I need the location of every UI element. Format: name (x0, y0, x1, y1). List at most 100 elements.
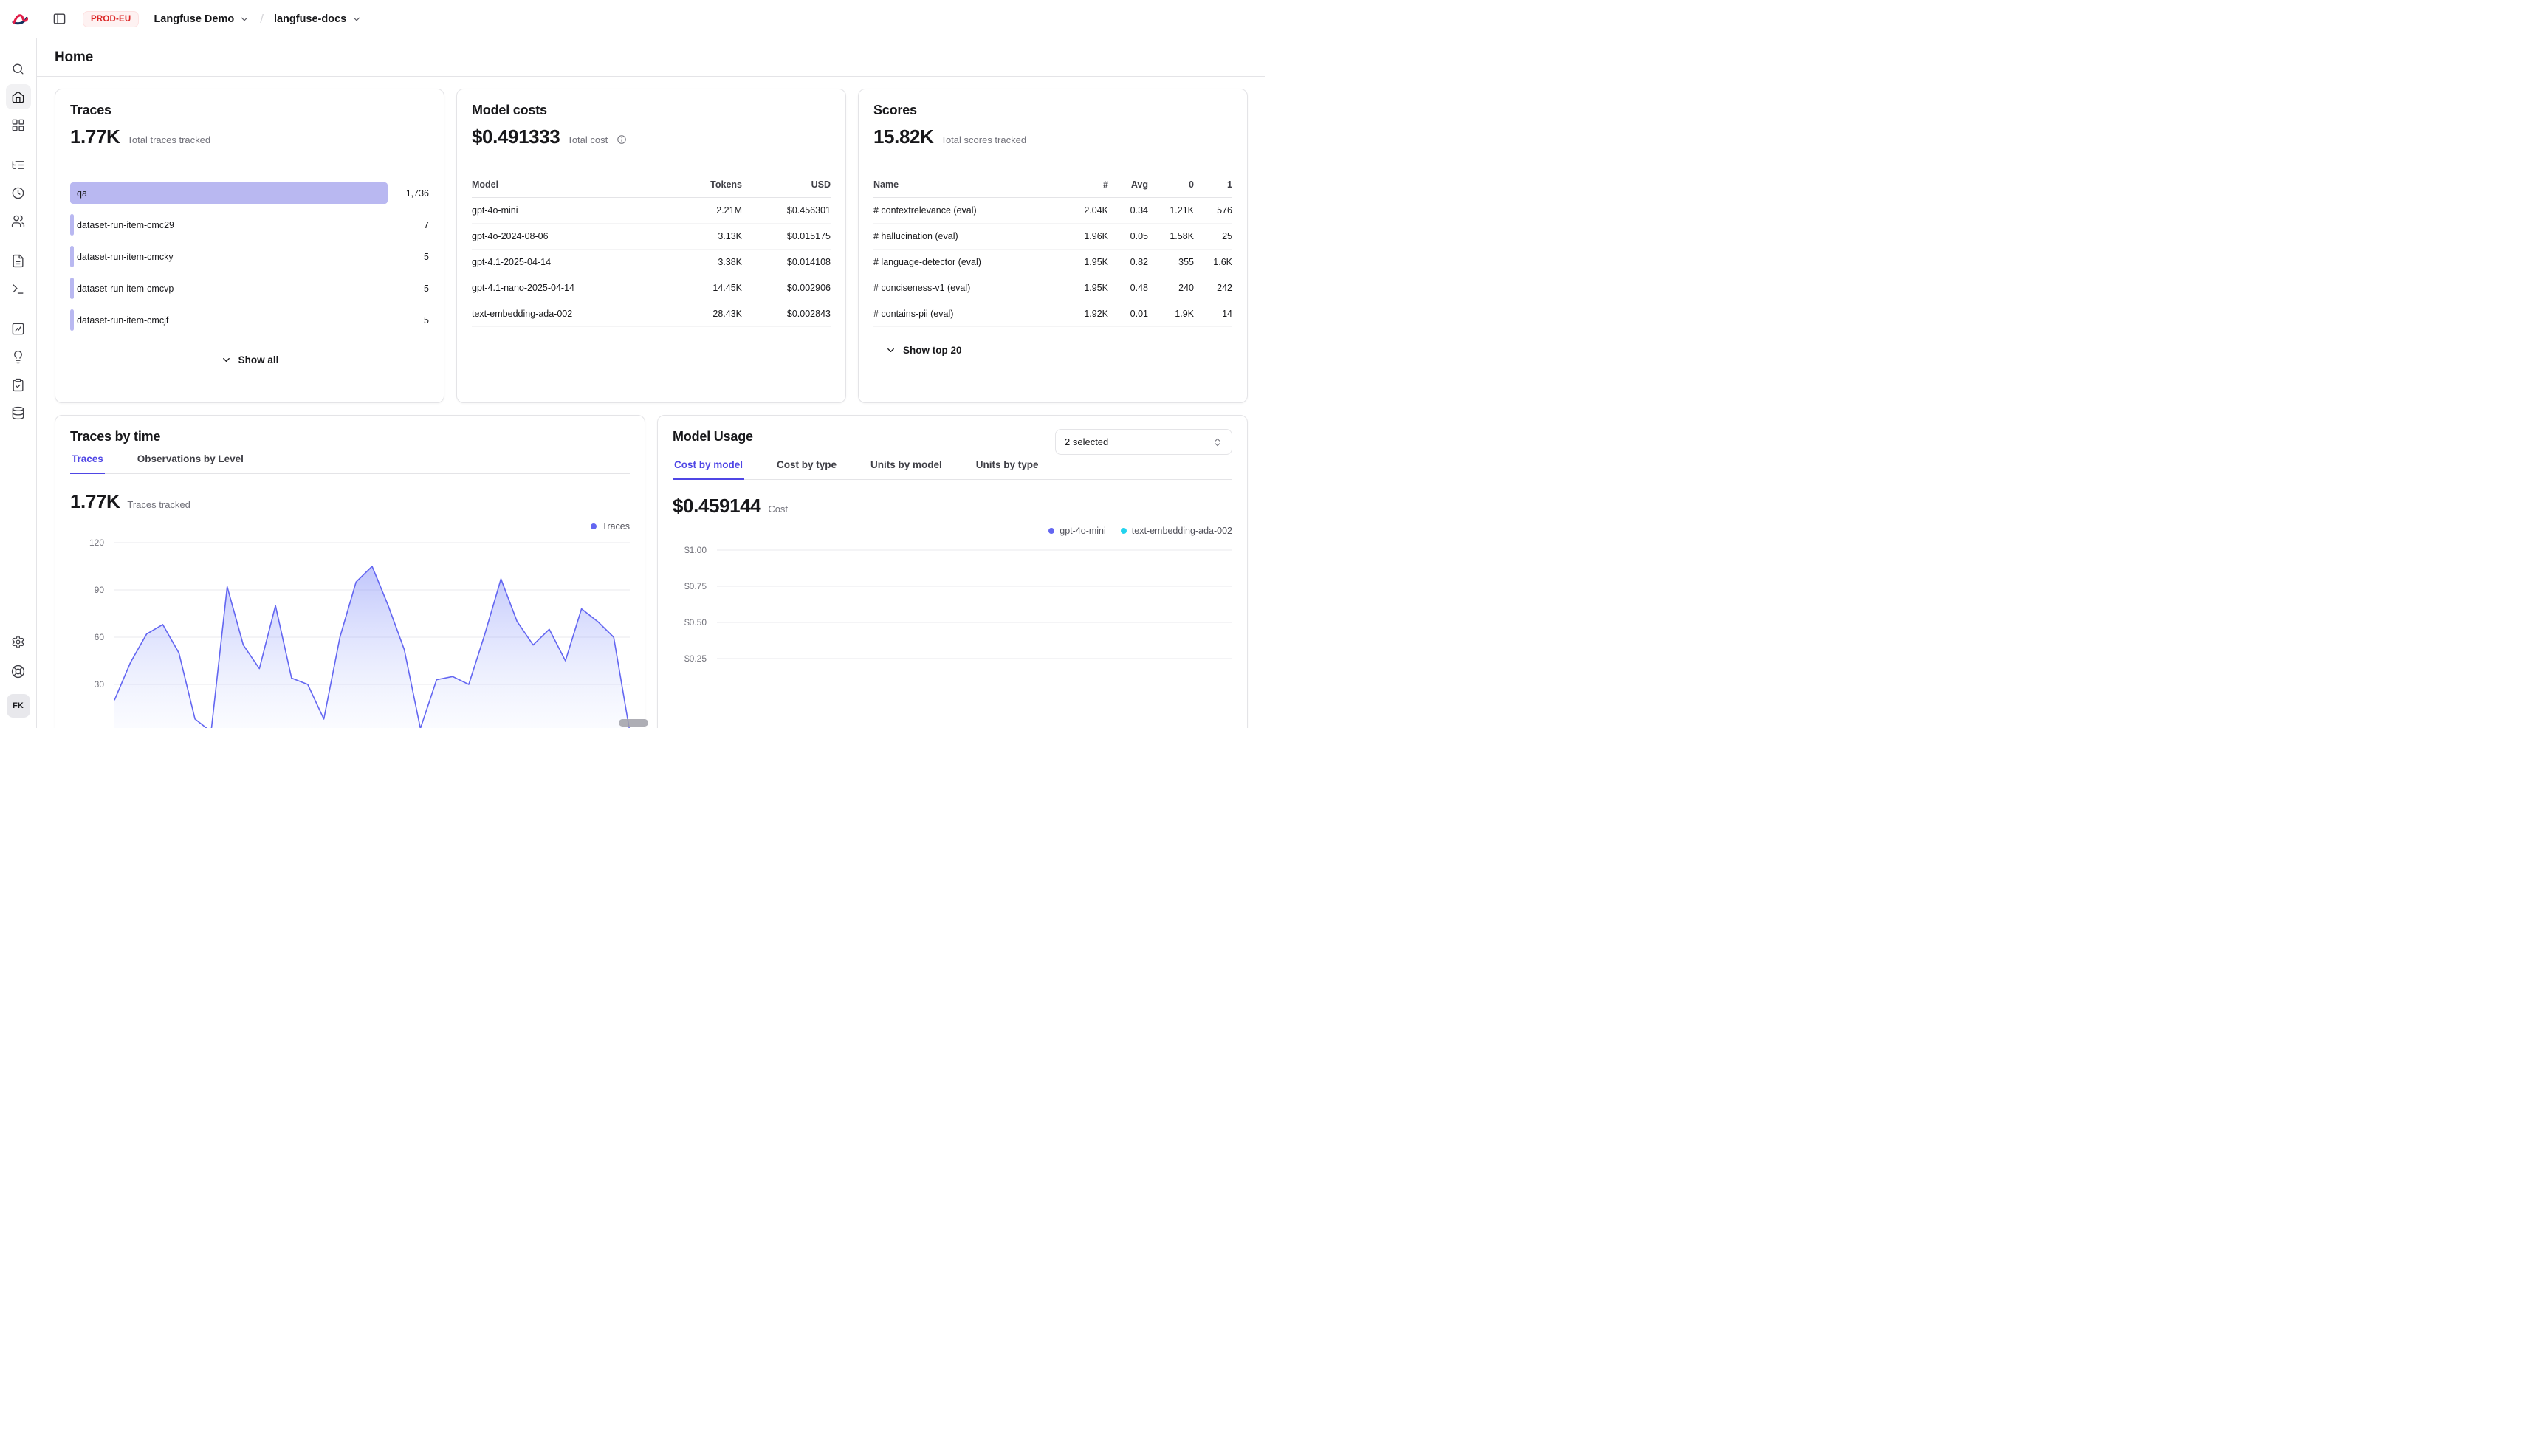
svg-text:30: 30 (95, 679, 105, 690)
langfuse-logo-icon (12, 13, 28, 25)
legend-dot-cyan (1121, 528, 1127, 534)
model-costs-card-title: Model costs (472, 103, 831, 118)
svg-text:90: 90 (95, 585, 105, 595)
chevron-down-icon (351, 14, 362, 24)
horizontal-scrollbar-thumb[interactable] (619, 719, 648, 727)
sidebar-item-scores[interactable] (6, 316, 31, 341)
trace-bar-row[interactable]: qa1,736 (70, 182, 429, 204)
svg-text:120: 120 (89, 538, 104, 548)
cell-count: 1.96K (1061, 231, 1108, 241)
langfuse-logo[interactable] (12, 13, 28, 25)
sidebar-item-home[interactable] (6, 84, 31, 109)
tab-units-by-type[interactable]: Units by type (975, 459, 1040, 480)
sidebar-nav (6, 56, 31, 425)
info-icon[interactable] (617, 134, 627, 145)
trace-bar: dataset-run-item-cmc29 (70, 214, 388, 236)
chevron-down-icon (885, 345, 896, 356)
table-row: # contextrelevance (eval)2.04K0.341.21K5… (873, 198, 1232, 224)
cell-count: 1.95K (1061, 257, 1108, 267)
project-switcher[interactable]: langfuse-docs (269, 10, 366, 28)
cell-avg: 0.34 (1108, 205, 1148, 216)
sidebar-item-evaluation[interactable] (6, 372, 31, 397)
model-usage-title: Model Usage (673, 429, 753, 444)
tab-cost-by-model[interactable]: Cost by model (673, 459, 744, 480)
trace-bar-row[interactable]: dataset-run-item-cmcvp5 (70, 278, 429, 299)
cell-one: 242 (1194, 283, 1232, 293)
tab-traces[interactable]: Traces (70, 453, 105, 474)
trace-bar: qa (70, 182, 388, 204)
list-tree-icon (11, 158, 25, 172)
sidebar-item-users[interactable] (6, 208, 31, 233)
traces-chart-legend: Traces (70, 519, 630, 534)
traces-by-time-svg: 120906030 (70, 543, 630, 728)
cell-tokens: 2.21M (668, 205, 742, 216)
svg-text:60: 60 (95, 632, 105, 642)
terminal-icon (11, 282, 25, 296)
main-content: Home Traces 1.77K Total traces tracked q… (37, 38, 1266, 728)
traces-by-time-card: Traces by time Traces Observations by Le… (55, 415, 645, 728)
environment-badge[interactable]: PROD-EU (83, 11, 139, 27)
sidebar-bottom: FK (6, 629, 31, 718)
trace-count: 5 (395, 252, 429, 262)
sidebar-item-dashboards[interactable] (6, 112, 31, 137)
cell-usd: $0.002843 (742, 309, 831, 319)
org-switcher[interactable]: Langfuse Demo (149, 10, 254, 28)
cell-zero: 240 (1148, 283, 1194, 293)
sidebar-toggle-button[interactable] (47, 7, 71, 31)
page-title: Home (55, 49, 93, 66)
clipboard-check-icon (11, 378, 25, 392)
cell-model: gpt-4.1-nano-2025-04-14 (472, 283, 668, 293)
cell-usd: $0.015175 (742, 231, 831, 241)
column-header-name: Name (873, 179, 1061, 190)
sidebar-item-prompts[interactable] (6, 248, 31, 273)
sidebar-item-datasets[interactable] (6, 400, 31, 425)
usage-cost-value: $0.459144 (673, 495, 760, 518)
user-avatar[interactable]: FK (7, 694, 30, 718)
cell-model: gpt-4o-2024-08-06 (472, 231, 668, 241)
trace-name: dataset-run-item-cmcvp (77, 284, 174, 294)
model-costs-total-value: $0.491333 (472, 126, 560, 148)
tab-units-by-model[interactable]: Units by model (869, 459, 944, 480)
tab-cost-by-type[interactable]: Cost by type (775, 459, 838, 480)
tab-observations-by-level[interactable]: Observations by Level (136, 453, 245, 474)
traces-by-time-tabs: Traces Observations by Level (70, 453, 630, 474)
cell-zero: 355 (1148, 257, 1194, 267)
cell-name: # conciseness-v1 (eval) (873, 283, 1061, 293)
model-costs-total-label: Total cost (567, 134, 608, 145)
show-top-20-label: Show top 20 (903, 345, 962, 356)
cell-avg: 0.01 (1108, 309, 1148, 319)
traces-bar-list: qa1,736dataset-run-item-cmc297dataset-ru… (70, 182, 429, 331)
sidebar-item-judge[interactable] (6, 344, 31, 369)
trace-bar-row[interactable]: dataset-run-item-cmcky 5 (70, 246, 429, 267)
cell-tokens: 3.38K (668, 257, 742, 267)
cell-usd: $0.456301 (742, 205, 831, 216)
model-costs-table: Model Tokens USD gpt-4o-mini2.21M$0.4563… (472, 176, 831, 327)
sidebar-item-search[interactable] (6, 56, 31, 81)
cell-usd: $0.014108 (742, 257, 831, 267)
show-all-button[interactable]: Show all (215, 350, 285, 370)
model-costs-card: Model costs $0.491333 Total cost Model (456, 89, 846, 403)
sidebar-item-settings[interactable] (6, 629, 31, 654)
sidebar-item-sessions[interactable] (6, 180, 31, 205)
sidebar-item-support[interactable] (6, 659, 31, 684)
trace-name: dataset-run-item-cmcky (77, 252, 174, 262)
table-row: gpt-4o-mini2.21M$0.456301 (472, 198, 831, 224)
trace-bar-row[interactable]: dataset-run-item-cmc297 (70, 214, 429, 236)
column-header-usd: USD (742, 179, 831, 190)
file-text-icon (11, 254, 25, 268)
show-top-20-button[interactable]: Show top 20 (879, 340, 968, 360)
trace-bar: dataset-run-item-cmcjf (70, 309, 388, 331)
table-row: # hallucination (eval)1.96K0.051.58K25 (873, 224, 1232, 250)
dashboard-content: Traces 1.77K Total traces tracked qa1,73… (37, 77, 1266, 728)
model-select-dropdown[interactable]: 2 selected (1055, 429, 1232, 455)
app-shell: FK Home Traces 1.77K Total traces tracke… (0, 38, 1266, 728)
traces-card-title: Traces (70, 103, 429, 118)
sidebar-item-playground[interactable] (6, 276, 31, 301)
cell-zero: 1.58K (1148, 231, 1194, 241)
sidebar-item-tracing[interactable] (6, 152, 31, 177)
trace-bar-row[interactable]: dataset-run-item-cmcjf5 (70, 309, 429, 331)
usage-cost-label: Cost (768, 504, 788, 515)
chart-square-icon (11, 322, 25, 336)
table-row: gpt-4.1-nano-2025-04-1414.45K$0.002906 (472, 275, 831, 301)
cell-zero: 1.9K (1148, 309, 1194, 319)
